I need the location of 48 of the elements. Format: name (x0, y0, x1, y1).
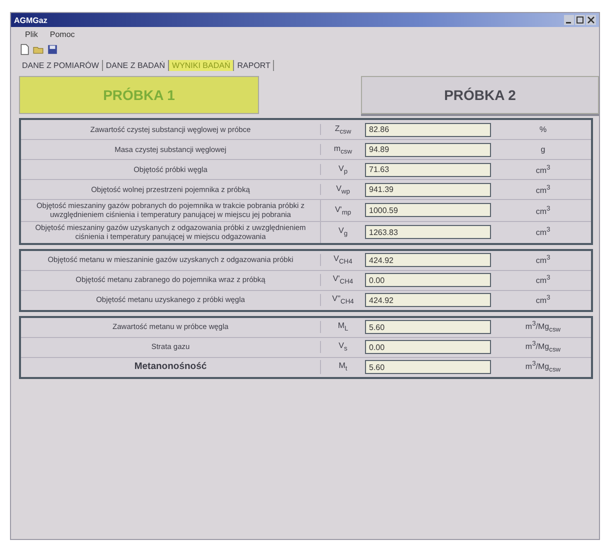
value-field[interactable]: 941.39 (365, 182, 491, 196)
save-icon[interactable] (47, 44, 58, 55)
value-field[interactable]: 82.86 (365, 122, 491, 136)
unit-label: m$^{3}$/Mg$_{csw}$ (524, 320, 562, 334)
value-field[interactable]: 71.63 (365, 162, 491, 176)
new-file-icon[interactable] (19, 44, 30, 55)
value-field[interactable]: 94.89 (365, 142, 491, 156)
tab[interactable]: DANE Z POMIARÓW (19, 60, 103, 71)
minimize-icon[interactable] (564, 15, 574, 25)
symbol-label: M$_{L}$ (336, 321, 350, 333)
unit-label: m$^{3}$/Mg$_{csw}$ (524, 340, 562, 354)
symbol-label: V$_{s}$ (338, 341, 348, 353)
symbol-label: V$_{CH4}$ (332, 254, 354, 266)
unit-label: m$^{3}$/Mg$_{csw}$ (524, 360, 562, 374)
value-field[interactable]: 1263.83 (365, 225, 491, 240)
symbol-label: V$_{wp}$ (335, 184, 351, 196)
menu-item[interactable]: Pomoc (50, 30, 75, 39)
symbol-label: V'$_{CH4}$ (332, 274, 354, 286)
unit-label: cm$^{3}$ (534, 184, 552, 195)
unit-label: g (540, 145, 546, 154)
unit-label: cm$^{3}$ (534, 164, 552, 175)
value-field[interactable]: 0.00 (365, 273, 491, 287)
symbol-label: V$_{p}$ (337, 164, 349, 176)
symbol-label: M$_{t}$ (338, 361, 348, 373)
value-field[interactable]: 5.60 (365, 360, 491, 374)
value-field[interactable]: 5.60 (365, 320, 491, 334)
symbol-label: Z$_{csw}$ (334, 124, 352, 136)
value-field[interactable]: 0.00 (365, 340, 491, 354)
unit-label: cm$^{3}$ (534, 294, 552, 306)
window-title: AGMGaz (14, 16, 48, 24)
value-field[interactable]: 424.92 (365, 253, 491, 267)
field-label: Metanonośność (21, 360, 321, 374)
unit-label: cm$^{3}$ (534, 226, 552, 238)
unit-label: cm$^{3}$ (534, 274, 552, 286)
menu-item[interactable]: Plik (25, 30, 38, 39)
close-icon[interactable] (586, 15, 596, 25)
maximize-icon[interactable] (575, 15, 585, 25)
tab[interactable]: RAPORT (234, 60, 274, 71)
symbol-label: V'$_{mp}$ (334, 204, 352, 216)
value-field[interactable]: 1000.59 (365, 203, 491, 218)
unit-label: % (538, 125, 548, 134)
symbol-label: V''$_{CH4}$ (331, 294, 355, 306)
sample-button[interactable]: PRÓBKA 2 (361, 76, 599, 114)
value-field[interactable]: 424.92 (365, 293, 491, 307)
symbol-label: V$_{g}$ (337, 226, 349, 238)
symbol-label: m$_{csw}$ (332, 144, 354, 156)
unit-label: cm$^{3}$ (534, 205, 552, 216)
unit-label: cm$^{3}$ (534, 254, 552, 266)
